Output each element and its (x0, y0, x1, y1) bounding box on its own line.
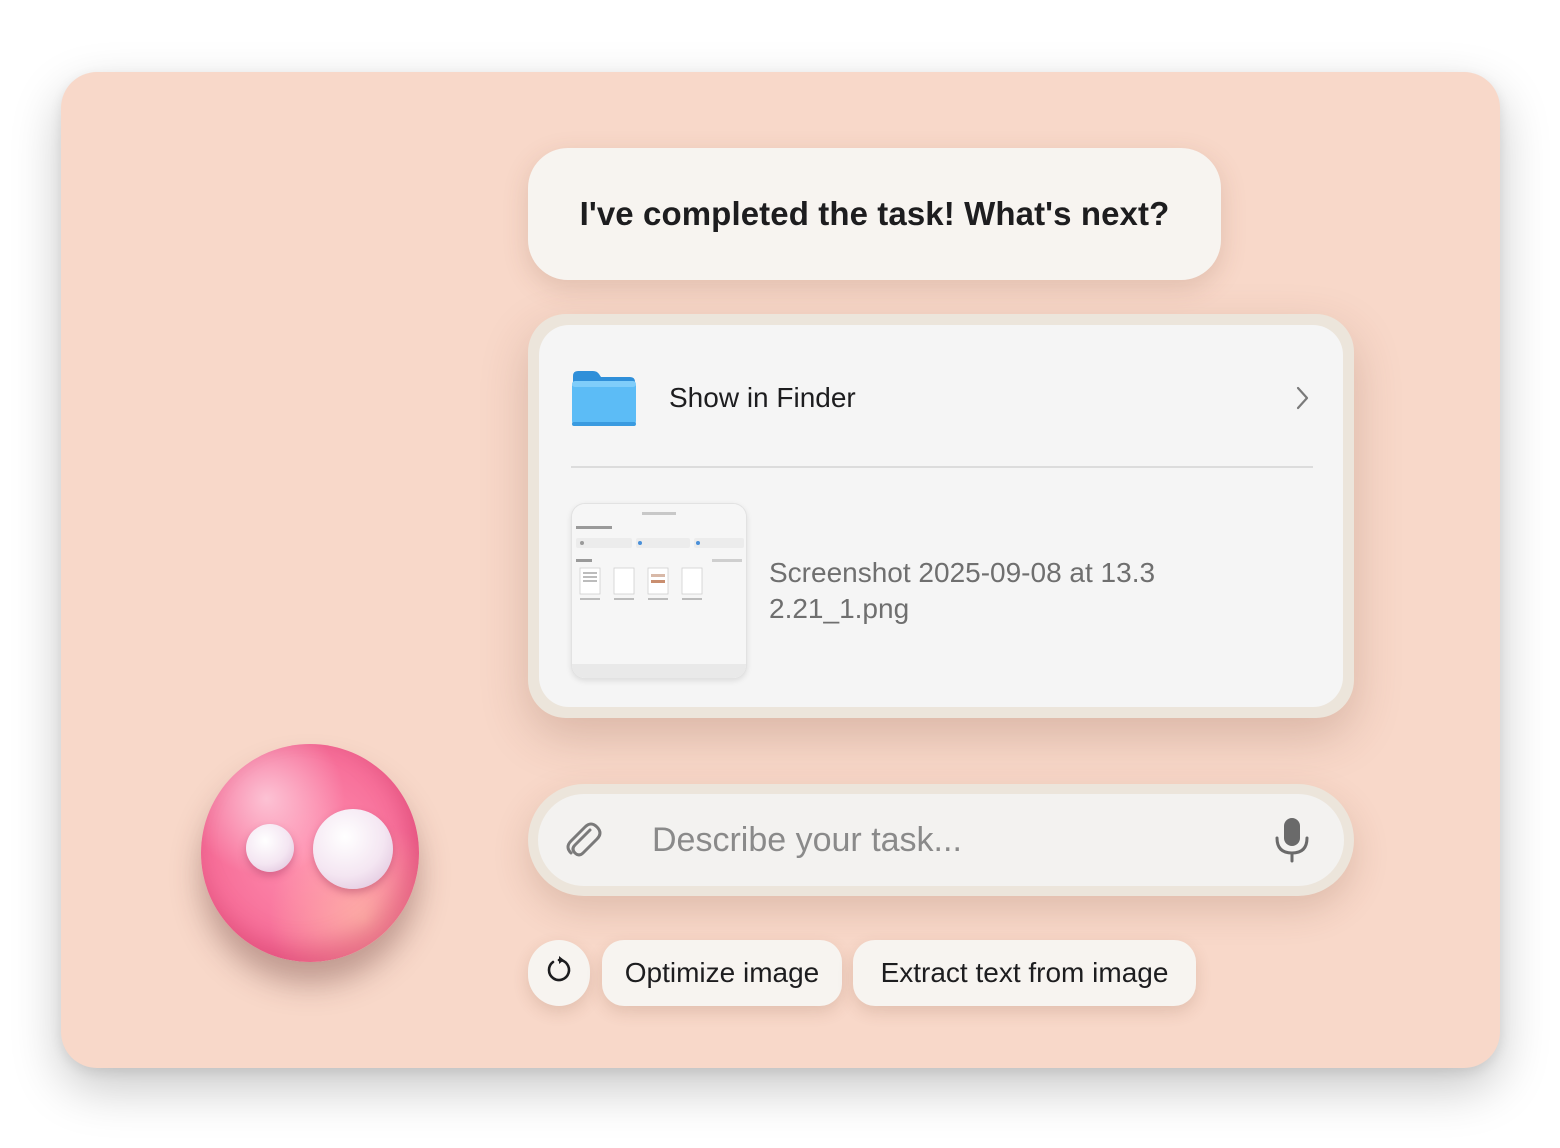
show-in-finder-label: Show in Finder (669, 382, 856, 413)
composer-field (538, 794, 1344, 886)
show-in-finder-row[interactable]: Show in Finder (571, 365, 1313, 431)
file-thumbnail[interactable] (571, 503, 747, 679)
microphone-icon[interactable] (1272, 816, 1312, 864)
extract-text-label: Extract text from image (880, 957, 1169, 988)
composer (528, 784, 1354, 896)
refresh-icon (544, 955, 574, 992)
extract-text-chip[interactable]: Extract text from image (853, 940, 1196, 1006)
mascot-left-eye (246, 824, 294, 872)
paperclip-icon[interactable] (562, 818, 606, 862)
result-card: Show in Finder Screenshot 2025-09-08 at … (528, 314, 1354, 718)
card-divider (571, 466, 1313, 468)
file-name: Screenshot 2025-09-08 at 13.32.21_1.png (769, 557, 1156, 624)
task-input[interactable] (650, 819, 1272, 861)
refresh-button[interactable] (528, 940, 590, 1006)
optimize-image-label: Optimize image (624, 957, 820, 988)
assistant-message-text: I've completed the task! What's next? (579, 195, 1170, 232)
file-row[interactable]: Screenshot 2025-09-08 at 13.32.21_1.png (571, 500, 1313, 682)
chevron-right-icon (1291, 383, 1313, 413)
result-card-body: Show in Finder Screenshot 2025-09-08 at … (539, 325, 1343, 707)
assistant-message-bubble: I've completed the task! What's next? (528, 148, 1221, 280)
optimize-image-chip[interactable]: Optimize image (602, 940, 842, 1006)
mascot-right-eye (313, 809, 393, 889)
assistant-mascot-avatar[interactable] (201, 744, 419, 962)
folder-icon (571, 368, 637, 428)
